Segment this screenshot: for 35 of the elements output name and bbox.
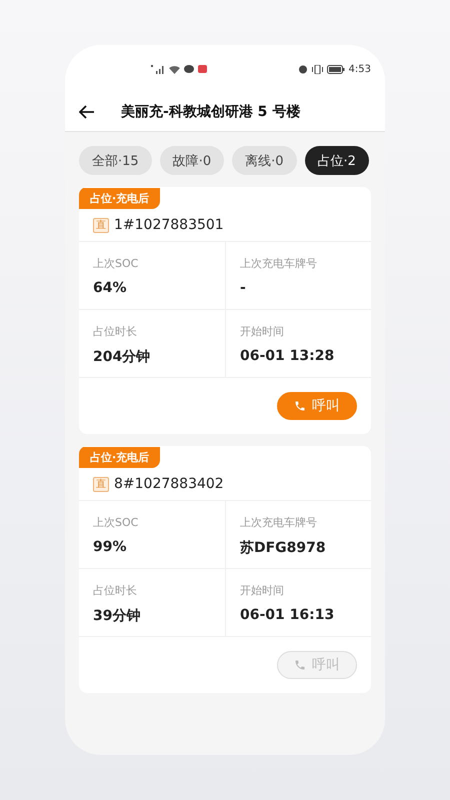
vibrate-icon: [312, 64, 323, 74]
field-label: 开始时间: [240, 583, 285, 598]
field-label: 占位时长: [93, 324, 138, 339]
status-tag: 占位·充电后: [79, 188, 160, 209]
field-label: 占位时长: [93, 583, 138, 598]
battery-icon: [326, 64, 345, 74]
field-label: 上次充电车牌号: [240, 515, 318, 530]
filter-tab[interactable]: 占位·2: [304, 146, 369, 175]
type-badge: 直: [93, 218, 109, 232]
field-value: 06-01 16:13: [240, 607, 336, 623]
field-label: 上次SOC: [93, 256, 140, 271]
charger-id: 1#1027883501: [114, 217, 224, 233]
field-value: 64%: [93, 280, 128, 296]
back-arrow-icon[interactable]: [79, 105, 95, 119]
field-value: 06-01 13:28: [240, 348, 336, 364]
signal-icon: [151, 64, 165, 74]
field-value: -: [240, 280, 247, 296]
filter-tab[interactable]: 全部·15: [79, 146, 152, 175]
wifi-icon: [169, 64, 180, 74]
field-label: 上次充电车牌号: [240, 256, 318, 271]
page-title: 美丽充-科教城创研港 5 号楼: [121, 103, 300, 121]
filter-tab[interactable]: 离线·0: [232, 146, 296, 175]
field-label: 上次SOC: [93, 515, 140, 530]
type-badge: 直: [93, 476, 109, 492]
phone-icon: [294, 659, 306, 671]
field-value: 99%: [93, 539, 128, 555]
phone-icon: [294, 400, 306, 412]
charger-id: 8#1027883402: [114, 476, 224, 492]
field-label: 开始时间: [240, 324, 285, 339]
filter-tab[interactable]: 故障·0: [160, 146, 224, 175]
field-value: 苏DFG8978: [240, 539, 327, 557]
field-value: 39分钟: [93, 607, 142, 625]
status-tag: 占位·充电后: [79, 447, 160, 468]
status-time: 4:53: [348, 64, 371, 74]
field-value: 204分钟: [93, 348, 152, 366]
